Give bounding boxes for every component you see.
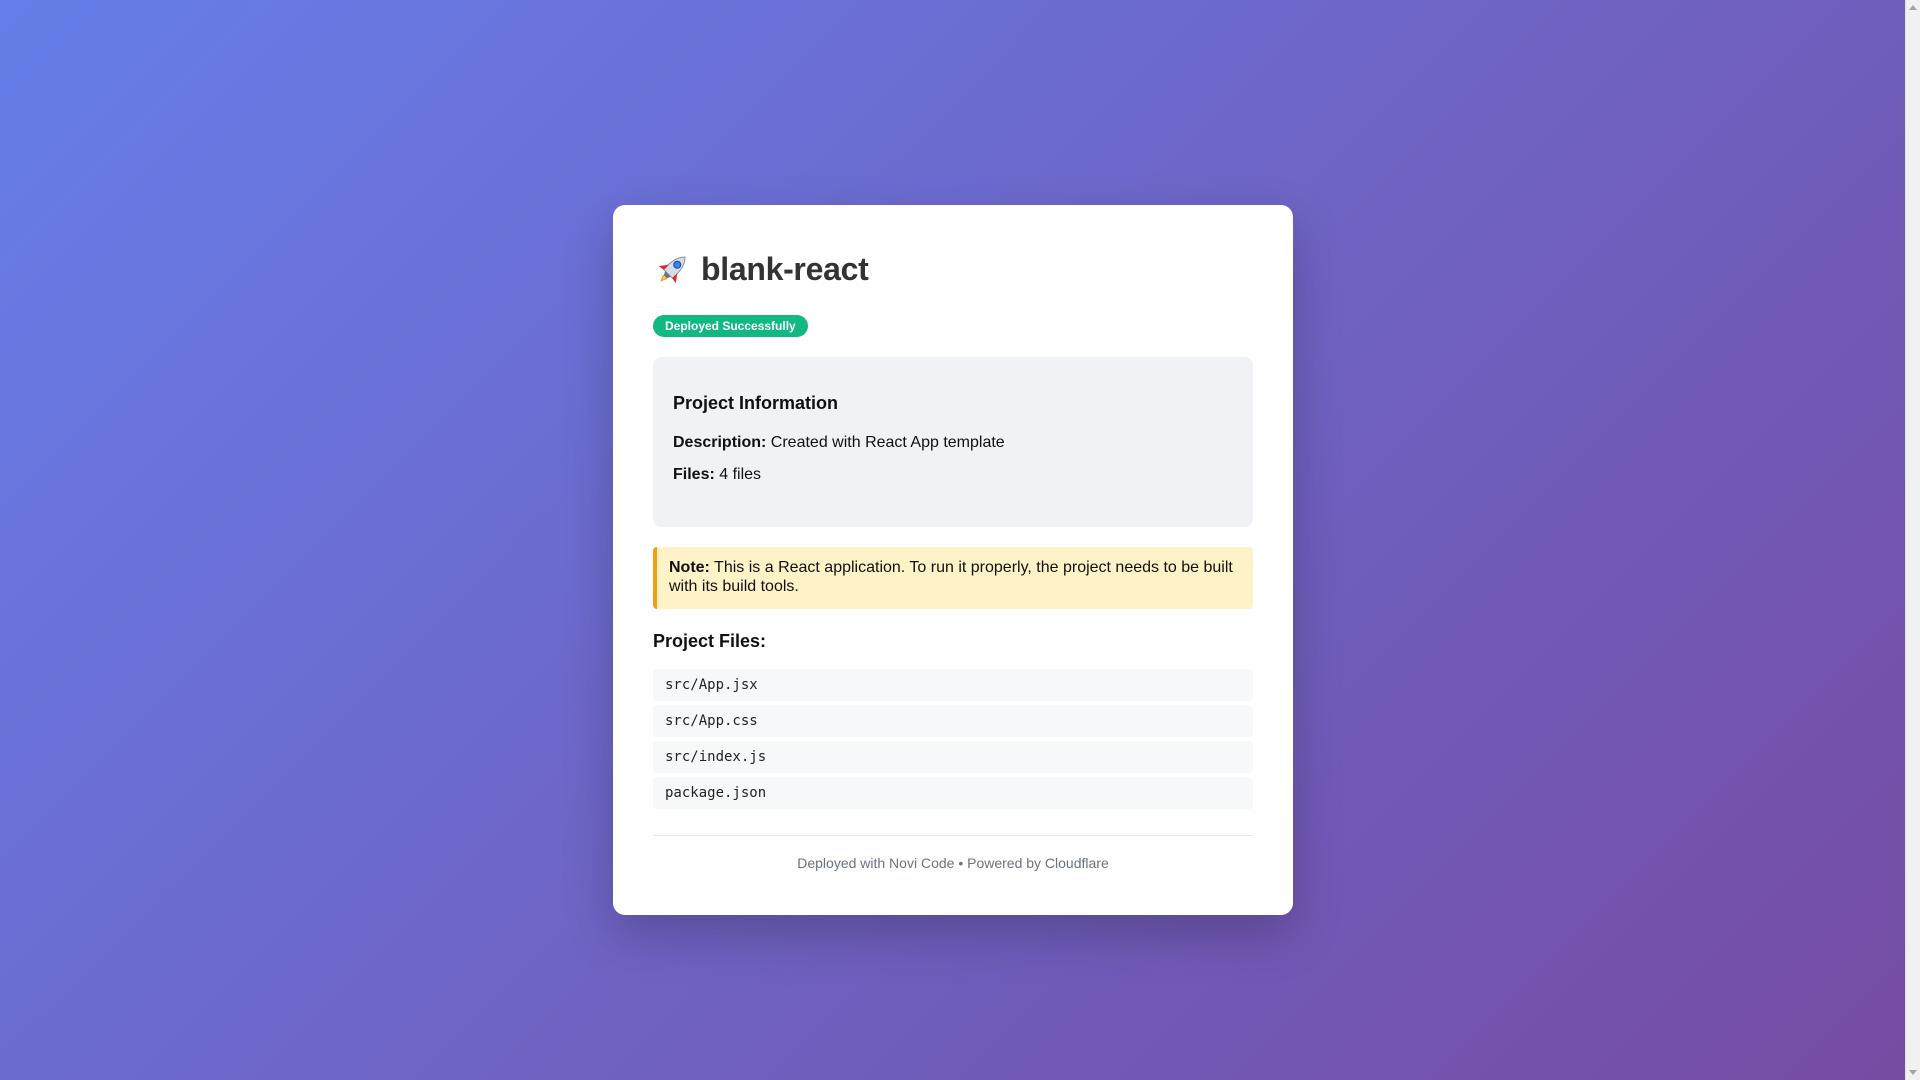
- page-scrollbar[interactable]: [1905, 0, 1920, 1080]
- status-badge: Deployed Successfully: [653, 315, 808, 337]
- project-info-box: Project Information Description: Created…: [653, 357, 1253, 527]
- note-label: Note:: [669, 559, 710, 576]
- scroll-down-icon[interactable]: [1909, 1070, 1917, 1075]
- project-card: blank-react Deployed Successfully Projec…: [613, 205, 1293, 915]
- description-label: Description:: [673, 434, 767, 451]
- project-title: blank-react: [701, 250, 869, 287]
- footer-divider: [653, 835, 1253, 836]
- project-files-heading: Project Files:: [653, 631, 767, 651]
- scroll-up-icon[interactable]: [1909, 5, 1917, 10]
- file-item: src/index.js: [653, 741, 1253, 773]
- files-count-value: 4 files: [719, 466, 762, 483]
- file-item: src/App.css: [653, 705, 1253, 737]
- note-box: Note: This is a React application. To ru…: [653, 547, 1253, 609]
- files-count-line: Files: 4 files: [673, 466, 1233, 484]
- description-line: Description: Created with React App temp…: [673, 434, 1233, 452]
- footer-text: Deployed with Novi Code • Powered by Clo…: [797, 855, 1109, 871]
- title-row: blank-react: [653, 247, 1253, 291]
- note-text: This is a React application. To run it p…: [669, 559, 1233, 595]
- file-list: src/App.jsx src/App.css src/index.js pac…: [653, 669, 1253, 809]
- description-value: Created with React App template: [770, 434, 1005, 451]
- file-item: src/App.jsx: [653, 669, 1253, 701]
- page-background: blank-react Deployed Successfully Projec…: [0, 0, 1905, 1080]
- project-info-heading: Project Information: [673, 393, 839, 413]
- rocket-icon: [653, 249, 693, 289]
- files-label: Files:: [673, 466, 715, 483]
- file-item: package.json: [653, 777, 1253, 809]
